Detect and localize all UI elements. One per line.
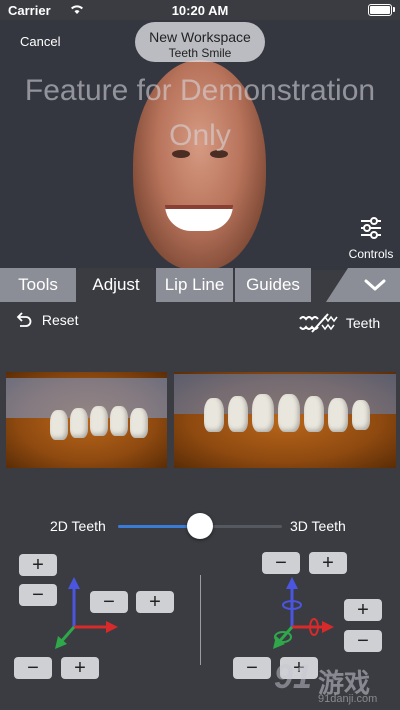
- scale-up-button[interactable]: +: [19, 554, 57, 576]
- demo-watermark: Feature for Demonstration Only: [24, 74, 376, 152]
- tab-adjust[interactable]: Adjust: [78, 268, 154, 302]
- teeth-toggle-button[interactable]: Teeth: [298, 313, 380, 333]
- slider-label-3d: 3D Teeth: [290, 518, 346, 534]
- teeth-preview-2d[interactable]: [6, 372, 167, 468]
- move-down-button[interactable]: −: [14, 657, 52, 679]
- workspace-pill[interactable]: New Workspace Teeth Smile: [135, 22, 265, 62]
- rotate-minus-button[interactable]: −: [262, 552, 300, 574]
- tilt-minus-button[interactable]: −: [344, 630, 382, 652]
- chevron-down-icon: [364, 279, 386, 291]
- axes-2d-icon: [55, 577, 118, 649]
- sliders-icon: [361, 217, 381, 239]
- status-time: 10:20 AM: [171, 3, 229, 18]
- site-logo-url: 91danji.com: [318, 693, 378, 705]
- undo-icon: [16, 312, 32, 328]
- move-up-button[interactable]: +: [61, 657, 99, 679]
- battery-icon: [368, 4, 392, 16]
- workspace-title: New Workspace: [149, 29, 251, 45]
- cancel-button[interactable]: Cancel: [20, 34, 60, 49]
- axes-3d-rotation-icon: [273, 577, 334, 649]
- reset-label: Reset: [41, 312, 79, 329]
- tab-lip-line[interactable]: Lip Line: [156, 268, 233, 302]
- site-logo-number: 91: [274, 658, 312, 696]
- panel-divider: [200, 575, 201, 665]
- teeth-preview-3d[interactable]: [174, 372, 396, 468]
- battery-tip: [393, 7, 395, 12]
- status-bar: Carrier 10:20 AM: [0, 0, 400, 20]
- tab-guides[interactable]: Guides: [235, 268, 311, 302]
- slider-label-2d: 2D Teeth: [50, 518, 106, 534]
- blend-slider-thumb[interactable]: [187, 513, 213, 539]
- rotate-plus-button[interactable]: +: [309, 552, 347, 574]
- move-right-button[interactable]: +: [136, 591, 174, 613]
- tab-tools[interactable]: Tools: [0, 268, 76, 302]
- controls-button[interactable]: Controls: [346, 216, 396, 261]
- tilt-plus-button[interactable]: +: [344, 599, 382, 621]
- teeth-toggle-icon: [299, 313, 338, 333]
- roll-minus-button[interactable]: −: [233, 657, 271, 679]
- reset-button[interactable]: Reset: [14, 311, 78, 329]
- teeth-label: Teeth: [345, 315, 381, 331]
- controls-label: Controls: [348, 247, 394, 261]
- workspace-subtitle: Teeth Smile: [168, 46, 232, 60]
